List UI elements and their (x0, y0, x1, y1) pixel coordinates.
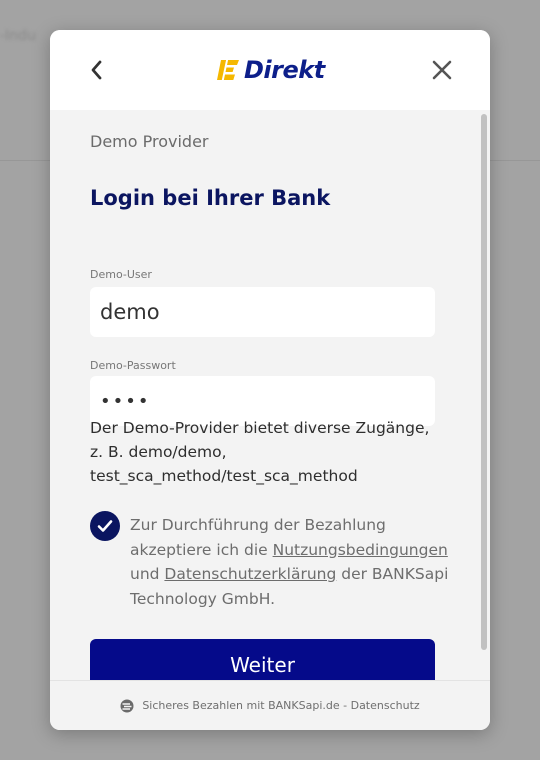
consent-text: Zur Durchführung der Bezahlung akzeptier… (130, 513, 450, 611)
consent-text-middle: und (130, 565, 165, 583)
privacy-policy-link[interactable]: Datenschutzerklärung (164, 565, 336, 583)
demo-hint-text: Der Demo-Provider bietet diverse Zugänge… (90, 419, 430, 485)
user-input[interactable] (90, 287, 435, 337)
banksapi-logo-icon (120, 699, 134, 712)
close-icon (432, 60, 452, 80)
modal-header: Direkt (50, 30, 490, 110)
close-button[interactable] (424, 52, 460, 88)
page-title: Login bei Ihrer Bank (90, 186, 331, 210)
backdrop-text: -Indu (0, 28, 36, 44)
provider-name: Demo Provider (90, 132, 209, 151)
modal-footer: Sicheres Bezahlen mit BANKSapi.de - Date… (50, 680, 490, 730)
consent-checkbox[interactable] (90, 511, 120, 541)
footer-separator: - (339, 699, 351, 712)
terms-link[interactable]: Nutzungsbedingungen (273, 541, 448, 559)
continue-button[interactable]: Weiter (90, 639, 435, 680)
password-field-label: Demo-Passwort (90, 359, 176, 372)
secure-payment-text: Sicheres Bezahlen mit BANKSapi.de (142, 699, 340, 712)
direkt-logo-mark-icon (217, 60, 239, 80)
payment-modal: Direkt Demo Provider Login bei Ihrer Ban… (50, 30, 490, 730)
checkmark-icon (97, 520, 113, 532)
scrollbar-thumb[interactable] (481, 114, 487, 650)
direkt-logo: Direkt (217, 56, 325, 84)
footer-privacy-link[interactable]: Datenschutz (351, 699, 420, 712)
back-button[interactable] (82, 52, 110, 88)
scrollbar[interactable] (478, 110, 490, 680)
logo-text: Direkt (244, 56, 325, 84)
user-field-label: Demo-User (90, 268, 152, 281)
login-form-content: Demo Provider Login bei Ihrer Bank Demo-… (50, 110, 490, 680)
chevron-left-icon (91, 60, 102, 80)
